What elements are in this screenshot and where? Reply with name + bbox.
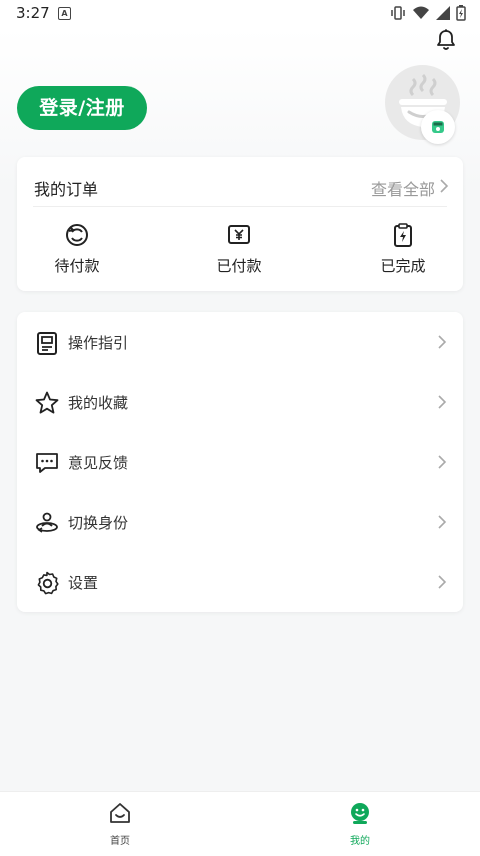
- menu-label: 操作指引: [68, 334, 129, 352]
- tab-label: 首页: [110, 836, 130, 847]
- chevron-right-icon: [438, 335, 447, 349]
- vibrate-icon: [391, 6, 405, 20]
- tab-mine[interactable]: 我的: [300, 792, 420, 856]
- clipboard-completed-icon: [394, 223, 412, 247]
- notification-a-icon: A: [58, 7, 71, 20]
- view-all-orders-link[interactable]: 查看全部: [371, 176, 435, 200]
- pending-payment-icon: [66, 224, 88, 246]
- order-paid[interactable]: 已付款: [189, 221, 289, 276]
- menu-label: 我的收藏: [68, 394, 129, 412]
- bottom-tab-bar: 首页 我的: [0, 791, 480, 856]
- signal-icon: [436, 6, 450, 20]
- order-label: 待付款: [54, 257, 100, 275]
- bell-icon[interactable]: [433, 27, 459, 53]
- home-icon: [110, 803, 130, 823]
- star-icon: [35, 391, 59, 414]
- status-icons: [390, 5, 466, 21]
- tab-home[interactable]: 首页: [60, 792, 180, 856]
- wifi-icon: [413, 6, 429, 19]
- menu-label: 意见反馈: [68, 454, 129, 472]
- order-pending-payment[interactable]: 待付款: [27, 221, 127, 276]
- order-label: 已完成: [380, 257, 426, 275]
- menu-label: 切换身份: [68, 514, 129, 532]
- menu-item-settings[interactable]: 设置: [17, 552, 463, 612]
- yuan-icon: [228, 225, 250, 244]
- order-completed[interactable]: 已完成: [353, 221, 453, 276]
- avatar-edit-badge[interactable]: [421, 110, 455, 144]
- order-label: 已付款: [216, 257, 262, 275]
- menu-item-favorites[interactable]: 我的收藏: [17, 372, 463, 432]
- chevron-right-icon: [438, 455, 447, 469]
- login-register-button[interactable]: 登录/注册: [17, 86, 147, 130]
- orders-card: 我的订单 查看全部 待付款 已付款 已完成: [17, 157, 463, 291]
- feedback-chat-icon: [36, 453, 58, 473]
- camera-badge-icon: [426, 115, 450, 139]
- menu-item-switch-identity[interactable]: 切换身份: [17, 492, 463, 552]
- gear-icon: [37, 571, 59, 595]
- switch-identity-icon: [36, 512, 58, 533]
- menu-label: 设置: [68, 574, 99, 592]
- chevron-right-icon[interactable]: [439, 178, 449, 194]
- chevron-right-icon: [438, 575, 447, 589]
- chevron-right-icon: [438, 395, 447, 409]
- chevron-right-icon: [438, 515, 447, 529]
- tab-label: 我的: [350, 836, 370, 847]
- menu-item-feedback[interactable]: 意见反馈: [17, 432, 463, 492]
- menu-card: 操作指引 我的收藏 意见反馈 切换身份 设置: [17, 312, 463, 612]
- menu-item-guide[interactable]: 操作指引: [17, 312, 463, 372]
- battery-icon: [456, 5, 466, 21]
- status-bar: 3:27 A: [0, 0, 480, 28]
- orders-title: 我的订单: [34, 180, 99, 199]
- status-time: 3:27: [16, 4, 50, 22]
- divider: [33, 206, 447, 207]
- profile-smile-icon: [351, 803, 369, 824]
- guide-document-icon: [37, 332, 57, 355]
